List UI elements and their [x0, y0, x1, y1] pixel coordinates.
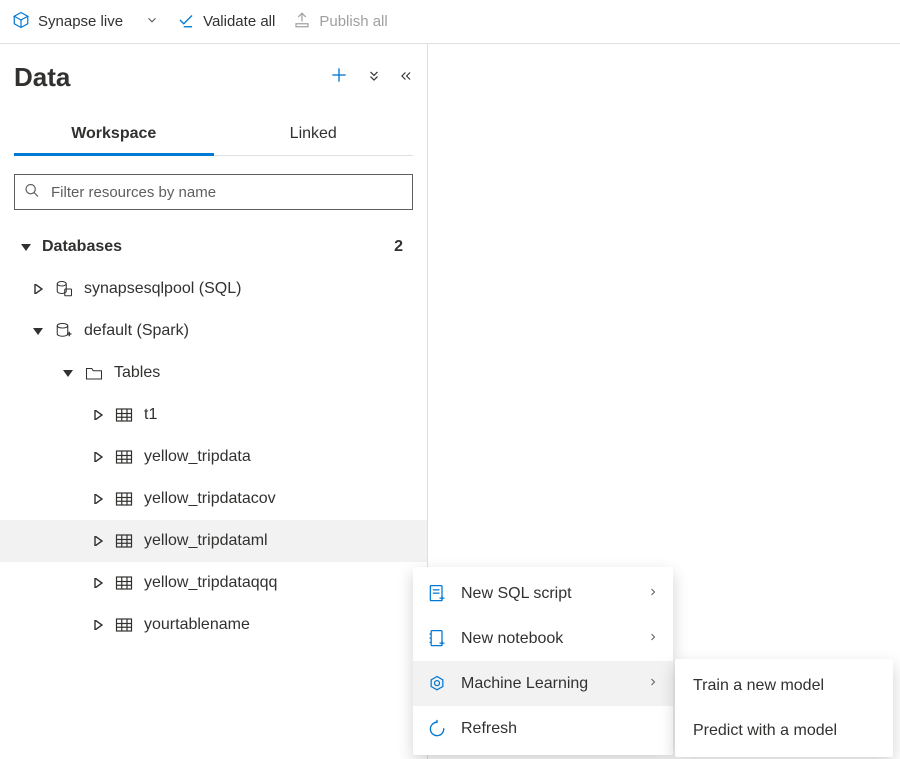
caret-right-icon — [92, 578, 104, 588]
sql-script-icon — [427, 584, 447, 604]
submenu-label: Predict with a model — [693, 722, 879, 740]
notebook-icon — [427, 629, 447, 649]
tree-node-databases[interactable]: Databases 2 — [14, 226, 413, 268]
table-icon — [114, 449, 134, 465]
menu-label: Refresh — [461, 720, 659, 738]
tab-linked[interactable]: Linked — [214, 117, 414, 155]
pane-title: Data — [14, 62, 70, 93]
table-icon — [114, 575, 134, 591]
caret-right-icon — [32, 284, 44, 294]
table-icon — [114, 533, 134, 549]
publish-label: Publish all — [319, 13, 387, 30]
caret-right-icon — [92, 494, 104, 504]
tab-workspace[interactable]: Workspace — [14, 117, 214, 156]
tree-label: default (Spark) — [84, 322, 403, 340]
menu-machine-learning[interactable]: Machine Learning — [413, 661, 673, 706]
search-icon — [24, 183, 40, 202]
caret-down-icon — [62, 368, 74, 378]
submenu-label: Train a new model — [693, 677, 879, 695]
tree-label: yellow_tripdataqqq — [144, 574, 403, 592]
data-pane: Data Workspace Linked — [0, 44, 428, 759]
folder-icon — [84, 365, 104, 381]
sql-database-icon — [54, 280, 74, 298]
tree-label: yellow_tripdata — [144, 448, 403, 466]
filter-input[interactable] — [14, 174, 413, 210]
tree-label: Databases — [42, 238, 384, 256]
collapse-pane-icon[interactable] — [399, 69, 413, 86]
ml-submenu: Train a new model Predict with a model — [675, 659, 893, 757]
tree-label: yellow_tripdataml — [144, 532, 403, 550]
menu-label: Machine Learning — [461, 675, 633, 693]
submenu-train-model[interactable]: Train a new model — [675, 663, 893, 708]
expand-all-icon[interactable] — [367, 69, 381, 86]
context-menu: New SQL script New notebook Machine Lear… — [413, 567, 673, 755]
table-icon — [114, 407, 134, 423]
table-icon — [114, 491, 134, 507]
table-icon — [114, 617, 134, 633]
tree-count: 2 — [394, 238, 403, 256]
tree-label: yellow_tripdatacov — [144, 490, 403, 508]
caret-right-icon — [92, 410, 104, 420]
chevron-down-icon — [145, 13, 159, 31]
top-toolbar: Synapse live Validate all Publish all — [0, 0, 900, 44]
chevron-right-icon — [647, 675, 659, 693]
tree-node-table[interactable]: yellow_tripdatacov — [14, 478, 413, 520]
validate-icon — [177, 11, 195, 33]
tabs: Workspace Linked — [14, 117, 413, 156]
cube-icon — [12, 11, 30, 33]
mode-dropdown[interactable]: Synapse live — [12, 11, 159, 33]
ml-icon — [427, 674, 447, 694]
menu-label: New notebook — [461, 630, 633, 648]
caret-down-icon — [20, 242, 32, 252]
menu-new-sql-script[interactable]: New SQL script — [413, 571, 673, 616]
spark-database-icon — [54, 322, 74, 340]
caret-right-icon — [92, 620, 104, 630]
publish-icon — [293, 11, 311, 33]
tree-node-table[interactable]: yellow_tripdata — [14, 436, 413, 478]
menu-label: New SQL script — [461, 585, 633, 603]
tree-label: synapsesqlpool (SQL) — [84, 280, 403, 298]
caret-down-icon — [32, 326, 44, 336]
tree-node-table[interactable]: yourtablename — [14, 604, 413, 646]
tree-label: t1 — [144, 406, 403, 424]
caret-right-icon — [92, 452, 104, 462]
chevron-right-icon — [647, 585, 659, 603]
tree-node-table[interactable]: yellow_tripdataqqq — [14, 562, 413, 604]
tree-node-table[interactable]: t1 — [14, 394, 413, 436]
tree-node-sqlpool[interactable]: synapsesqlpool (SQL) — [14, 268, 413, 310]
refresh-icon — [427, 719, 447, 739]
submenu-predict-model[interactable]: Predict with a model — [675, 708, 893, 753]
publish-all-button[interactable]: Publish all — [293, 11, 387, 33]
validate-all-button[interactable]: Validate all — [177, 11, 275, 33]
tree-node-tables[interactable]: Tables — [14, 352, 413, 394]
tree-label: yourtablename — [144, 616, 403, 634]
tree-node-table-selected[interactable]: yellow_tripdataml — [0, 520, 427, 562]
add-button[interactable] — [329, 65, 349, 91]
mode-label: Synapse live — [38, 13, 123, 30]
menu-refresh[interactable]: Refresh — [413, 706, 673, 751]
caret-right-icon — [92, 536, 104, 546]
chevron-right-icon — [647, 630, 659, 648]
tree-node-spark[interactable]: default (Spark) — [14, 310, 413, 352]
validate-label: Validate all — [203, 13, 275, 30]
tree-label: Tables — [114, 364, 403, 382]
tree: Databases 2 synapsesqlpool (SQL) — [14, 226, 413, 646]
menu-new-notebook[interactable]: New notebook — [413, 616, 673, 661]
